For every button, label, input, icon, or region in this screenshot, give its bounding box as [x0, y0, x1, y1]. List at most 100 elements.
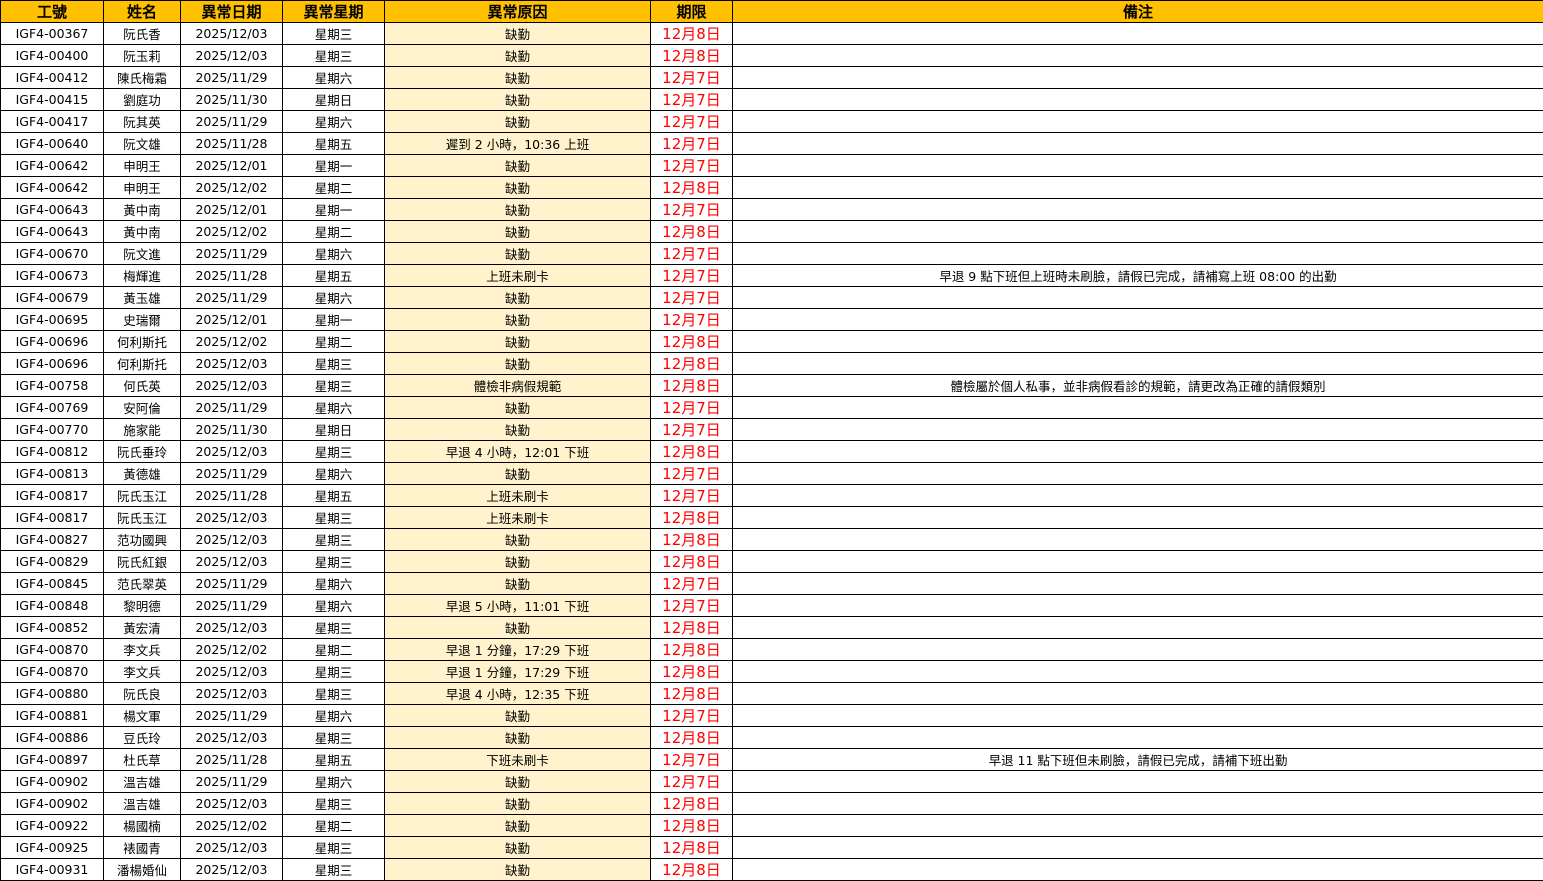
column-header-weekday[interactable]: 異常星期 [282, 0, 385, 23]
cell-note[interactable] [732, 770, 1543, 793]
cell-note[interactable] [732, 66, 1543, 89]
cell-anomaly-weekday[interactable]: 星期六 [282, 572, 385, 595]
cell-anomaly-weekday[interactable]: 星期三 [282, 858, 385, 881]
cell-anomaly-date[interactable]: 2025/11/29 [180, 770, 283, 793]
cell-note[interactable] [732, 154, 1543, 177]
cell-note[interactable] [732, 132, 1543, 155]
column-header-date[interactable]: 異常日期 [180, 0, 283, 23]
cell-note[interactable] [732, 858, 1543, 881]
cell-deadline[interactable]: 12月7日 [650, 484, 733, 507]
cell-employee-id[interactable]: IGF4-00870 [0, 638, 104, 661]
cell-anomaly-weekday[interactable]: 星期三 [282, 352, 385, 375]
cell-anomaly-weekday[interactable]: 星期二 [282, 176, 385, 199]
cell-employee-name[interactable]: 何利斯托 [103, 352, 181, 375]
cell-deadline[interactable]: 12月8日 [650, 528, 733, 551]
cell-anomaly-reason[interactable]: 缺勤 [384, 462, 651, 485]
cell-anomaly-weekday[interactable]: 星期二 [282, 638, 385, 661]
cell-deadline[interactable]: 12月7日 [650, 308, 733, 331]
cell-employee-id[interactable]: IGF4-00400 [0, 44, 104, 67]
cell-anomaly-date[interactable]: 2025/11/29 [180, 242, 283, 265]
cell-deadline[interactable]: 12月8日 [650, 858, 733, 881]
cell-deadline[interactable]: 12月7日 [650, 88, 733, 111]
cell-employee-name[interactable]: 阮文進 [103, 242, 181, 265]
cell-note[interactable] [732, 704, 1543, 727]
cell-deadline[interactable]: 12月8日 [650, 792, 733, 815]
cell-anomaly-date[interactable]: 2025/12/03 [180, 792, 283, 815]
cell-employee-id[interactable]: IGF4-00813 [0, 462, 104, 485]
cell-employee-name[interactable]: 黃玉雄 [103, 286, 181, 309]
cell-note[interactable] [732, 462, 1543, 485]
cell-anomaly-date[interactable]: 2025/11/28 [180, 484, 283, 507]
cell-anomaly-reason[interactable]: 缺勤 [384, 44, 651, 67]
cell-anomaly-date[interactable]: 2025/12/02 [180, 330, 283, 353]
cell-employee-name[interactable]: 豆氏玲 [103, 726, 181, 749]
cell-anomaly-weekday[interactable]: 星期五 [282, 748, 385, 771]
cell-anomaly-date[interactable]: 2025/12/03 [180, 352, 283, 375]
cell-employee-id[interactable]: IGF4-00696 [0, 352, 104, 375]
cell-anomaly-weekday[interactable]: 星期六 [282, 704, 385, 727]
cell-employee-id[interactable]: IGF4-00817 [0, 506, 104, 529]
cell-employee-id[interactable]: IGF4-00829 [0, 550, 104, 573]
cell-anomaly-reason[interactable]: 上班未刷卡 [384, 484, 651, 507]
cell-anomaly-reason[interactable]: 缺勤 [384, 286, 651, 309]
cell-deadline[interactable]: 12月7日 [650, 704, 733, 727]
cell-deadline[interactable]: 12月8日 [650, 660, 733, 683]
cell-deadline[interactable]: 12月8日 [650, 374, 733, 397]
cell-anomaly-reason[interactable]: 缺勤 [384, 704, 651, 727]
cell-anomaly-weekday[interactable]: 星期六 [282, 594, 385, 617]
cell-anomaly-reason[interactable]: 早退 4 小時，12:01 下班 [384, 440, 651, 463]
cell-deadline[interactable]: 12月7日 [650, 286, 733, 309]
cell-anomaly-weekday[interactable]: 星期六 [282, 462, 385, 485]
cell-anomaly-weekday[interactable]: 星期一 [282, 198, 385, 221]
cell-anomaly-date[interactable]: 2025/11/29 [180, 704, 283, 727]
cell-employee-id[interactable]: IGF4-00679 [0, 286, 104, 309]
cell-anomaly-weekday[interactable]: 星期三 [282, 440, 385, 463]
cell-employee-name[interactable]: 阮氏香 [103, 22, 181, 45]
cell-anomaly-reason[interactable]: 缺勤 [384, 198, 651, 221]
cell-employee-id[interactable]: IGF4-00643 [0, 220, 104, 243]
cell-anomaly-weekday[interactable]: 星期三 [282, 726, 385, 749]
cell-anomaly-date[interactable]: 2025/12/01 [180, 308, 283, 331]
cell-anomaly-weekday[interactable]: 星期日 [282, 88, 385, 111]
column-header-id[interactable]: 工號 [0, 0, 104, 23]
cell-employee-id[interactable]: IGF4-00925 [0, 836, 104, 859]
cell-anomaly-reason[interactable]: 缺勤 [384, 88, 651, 111]
cell-deadline[interactable]: 12月8日 [650, 836, 733, 859]
cell-deadline[interactable]: 12月7日 [650, 462, 733, 485]
cell-anomaly-reason[interactable]: 缺勤 [384, 22, 651, 45]
cell-anomaly-reason[interactable]: 缺勤 [384, 154, 651, 177]
cell-anomaly-reason[interactable]: 缺勤 [384, 814, 651, 837]
cell-note[interactable] [732, 528, 1543, 551]
cell-anomaly-date[interactable]: 2025/12/03 [180, 44, 283, 67]
cell-employee-name[interactable]: 阮氏紅銀 [103, 550, 181, 573]
cell-anomaly-date[interactable]: 2025/11/30 [180, 88, 283, 111]
cell-employee-id[interactable]: IGF4-00817 [0, 484, 104, 507]
cell-anomaly-date[interactable]: 2025/11/28 [180, 132, 283, 155]
cell-employee-name[interactable]: 劉庭功 [103, 88, 181, 111]
cell-employee-id[interactable]: IGF4-00367 [0, 22, 104, 45]
cell-anomaly-weekday[interactable]: 星期三 [282, 792, 385, 815]
cell-anomaly-date[interactable]: 2025/12/03 [180, 374, 283, 397]
cell-employee-id[interactable]: IGF4-00415 [0, 88, 104, 111]
cell-employee-name[interactable]: 申明王 [103, 154, 181, 177]
cell-note[interactable]: 早退 9 點下班但上班時未刷臉，請假已完成，請補寫上班 08:00 的出勤 [732, 264, 1543, 287]
cell-employee-name[interactable]: 陳氏梅霜 [103, 66, 181, 89]
cell-employee-id[interactable]: IGF4-00417 [0, 110, 104, 133]
cell-anomaly-date[interactable]: 2025/12/03 [180, 440, 283, 463]
cell-deadline[interactable]: 12月7日 [650, 242, 733, 265]
cell-employee-id[interactable]: IGF4-00695 [0, 308, 104, 331]
cell-anomaly-reason[interactable]: 早退 4 小時，12:35 下班 [384, 682, 651, 705]
cell-employee-id[interactable]: IGF4-00881 [0, 704, 104, 727]
cell-anomaly-weekday[interactable]: 星期六 [282, 66, 385, 89]
cell-employee-name[interactable]: 施家能 [103, 418, 181, 441]
cell-employee-name[interactable]: 楊國楠 [103, 814, 181, 837]
cell-deadline[interactable]: 12月8日 [650, 814, 733, 837]
cell-anomaly-weekday[interactable]: 星期三 [282, 616, 385, 639]
cell-anomaly-date[interactable]: 2025/12/02 [180, 638, 283, 661]
cell-anomaly-reason[interactable]: 缺勤 [384, 858, 651, 881]
cell-anomaly-date[interactable]: 2025/12/03 [180, 528, 283, 551]
cell-anomaly-date[interactable]: 2025/12/03 [180, 660, 283, 683]
cell-employee-name[interactable]: 何利斯托 [103, 330, 181, 353]
cell-anomaly-date[interactable]: 2025/11/30 [180, 418, 283, 441]
cell-employee-name[interactable]: 梅輝進 [103, 264, 181, 287]
